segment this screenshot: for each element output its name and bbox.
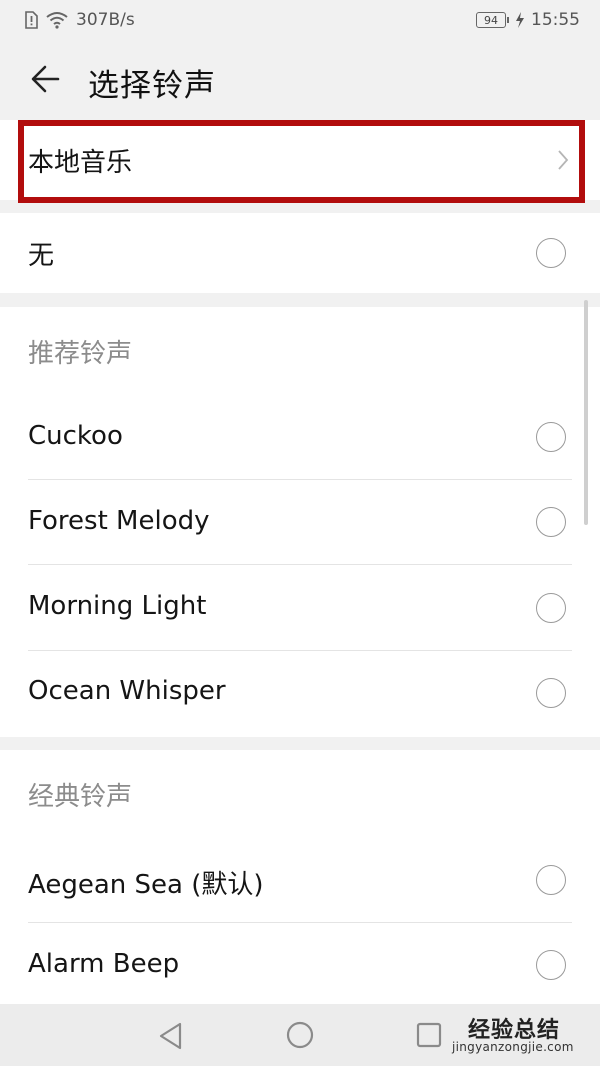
square-recent-icon[interactable] [416,1022,442,1048]
clock: 15:55 [531,10,580,30]
none-radio[interactable] [536,238,566,268]
page-title: 选择铃声 [88,68,216,104]
ringtone-label: Morning Light [28,591,207,621]
divider [28,564,572,565]
app-header: 选择铃声 [0,42,600,120]
scrollbar[interactable] [584,300,588,525]
circle-home-icon[interactable] [286,1021,314,1049]
status-bar: 307B/s 94 15:55 [0,0,600,42]
arrow-left-icon[interactable] [28,60,66,98]
ringtone-label: Forest Melody [28,506,210,536]
ringtone-label: Cuckoo [28,421,123,451]
classic-section-title: 经典铃声 [28,782,133,812]
recommended-section: 推荐铃声 Cuckoo Forest Melody Morning Light … [0,307,600,737]
triangle-back-icon[interactable] [158,1022,184,1050]
divider [28,650,572,651]
recommended-section-title: 推荐铃声 [28,339,133,369]
watermark: 经验总结 jingyanzongjie.com [452,1000,600,1066]
charging-icon [516,12,524,28]
divider [28,922,572,923]
ringtone-label: Ocean Whisper [28,676,226,706]
battery-icon: 94 [476,12,506,28]
highlight-box [18,120,585,203]
wifi-icon [46,12,68,29]
none-option-row[interactable]: 无 [0,213,600,293]
ringtone-radio[interactable] [536,422,566,452]
network-speed: 307B/s [76,10,135,30]
ringtone-radio[interactable] [536,678,566,708]
ringtone-radio[interactable] [536,593,566,623]
battery-cap [507,17,509,23]
none-option-label: 无 [28,241,55,271]
sim-alert-icon [25,11,38,29]
status-right: 94 15:55 [476,10,580,30]
ringtone-radio[interactable] [536,865,566,895]
ringtone-radio[interactable] [536,507,566,537]
ringtone-label: Alarm Beep [28,949,180,979]
classic-section: 经典铃声 Aegean Sea (默认) Alarm Beep [0,750,600,1004]
ringtone-radio[interactable] [536,950,566,980]
watermark-url: jingyanzongjie.com [452,1040,574,1054]
status-left: 307B/s [24,10,135,30]
ringtone-label: Aegean Sea (默认) [28,870,264,900]
divider [28,479,572,480]
